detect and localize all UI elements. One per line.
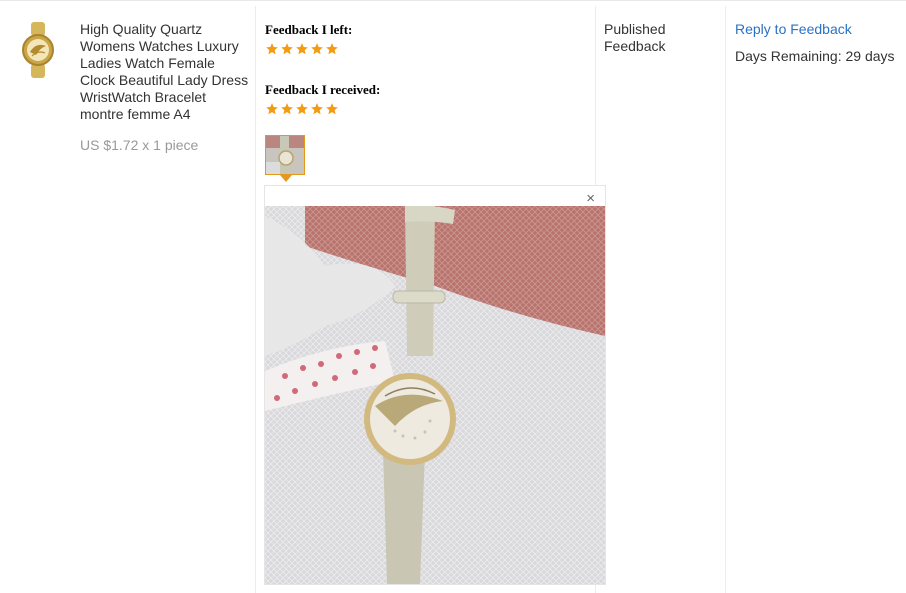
product-price: US $1.72 x 1 piece [80, 137, 199, 153]
reply-to-feedback-link[interactable]: Reply to Feedback [735, 21, 852, 37]
star-icon [281, 43, 293, 55]
feedback-received-stars [265, 102, 339, 116]
star-icon [266, 43, 278, 55]
star-icon [326, 103, 338, 115]
feedback-photo [265, 205, 605, 584]
star-icon [296, 103, 308, 115]
gold-watch-icon [22, 22, 54, 78]
star-icon [311, 43, 323, 55]
star-icon [281, 103, 293, 115]
feedback-left-stars [265, 42, 339, 56]
feedback-photo-thumbnail[interactable] [265, 135, 305, 175]
photo-viewer: × [264, 185, 606, 585]
thumbnail-pointer [280, 175, 292, 182]
watch-photo-thumb-image [266, 136, 304, 174]
days-remaining: Days Remaining: 29 days [735, 48, 895, 64]
star-icon [326, 43, 338, 55]
column-divider [255, 6, 256, 593]
star-icon [311, 103, 323, 115]
column-divider [725, 6, 726, 593]
product-title[interactable]: High Quality Quartz Womens Watches Luxur… [80, 21, 250, 123]
watch-on-tulle-photo [265, 205, 605, 584]
feedback-left-label: Feedback I left: [265, 22, 353, 37]
star-icon [266, 103, 278, 115]
star-icon [296, 43, 308, 55]
feedback-received-label: Feedback I received: [265, 82, 381, 97]
top-divider [0, 0, 906, 1]
feedback-status: Published Feedback [604, 21, 666, 54]
product-thumbnail[interactable] [18, 22, 58, 78]
